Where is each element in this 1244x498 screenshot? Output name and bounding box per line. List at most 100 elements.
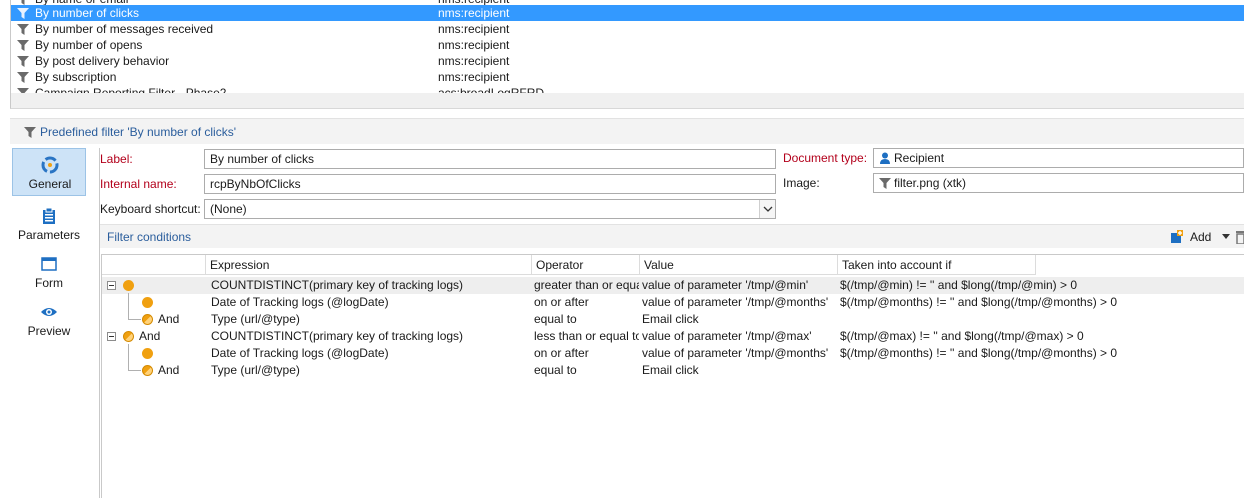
expression-cell: Date of Tracking logs (@logDate) bbox=[211, 295, 389, 309]
list-item-schema: nms:recipient bbox=[438, 6, 510, 20]
condition-row[interactable]: Date of Tracking logs (@logDate) on or af… bbox=[102, 294, 1244, 311]
operator-column-header[interactable]: Operator bbox=[532, 255, 640, 275]
shortcut-caption: Keyboard shortcut: bbox=[100, 202, 201, 216]
shortcut-value: (None) bbox=[210, 202, 247, 216]
value-cell: Email click bbox=[642, 363, 699, 377]
filter-icon bbox=[17, 72, 29, 83]
filter-conditions-bar: Filter conditions Add bbox=[100, 224, 1244, 248]
value-cell: value of parameter '/tmp/@min' bbox=[642, 278, 809, 292]
taken-cell: $(/tmp/@min) != '' and $long(/tmp/@min) … bbox=[840, 278, 1078, 292]
collapse-toggle[interactable] bbox=[107, 332, 116, 341]
taken-cell: $(/tmp/@months) != '' and $long(/tmp/@mo… bbox=[840, 346, 1118, 360]
operator-cell: equal to bbox=[534, 312, 577, 326]
trash-icon[interactable] bbox=[1236, 230, 1244, 244]
list-item-schema: nms:recipient bbox=[438, 54, 510, 68]
image-caption: Image: bbox=[783, 176, 820, 190]
doctype-field[interactable]: Recipient bbox=[873, 148, 1244, 168]
condition-icon bbox=[142, 297, 153, 308]
list-item-schema: nms:recipient bbox=[438, 22, 510, 36]
condition-prefix: And bbox=[158, 312, 180, 326]
image-field[interactable]: filter.png (xtk) bbox=[873, 173, 1244, 193]
left-nav: General Parameters Form Preview bbox=[10, 148, 100, 498]
filter-icon bbox=[17, 40, 29, 51]
filter-icon bbox=[17, 8, 29, 19]
list-item-label: By subscription bbox=[35, 70, 117, 84]
list-item[interactable]: By post delivery behavior nms:recipient bbox=[11, 53, 1244, 69]
internal-name-caption: Internal name: bbox=[100, 177, 177, 191]
chevron-down-icon[interactable] bbox=[1222, 234, 1230, 240]
list-item-label: By number of clicks bbox=[35, 6, 140, 20]
list-item[interactable]: By number of opens nms:recipient bbox=[11, 37, 1244, 53]
operator-and-icon bbox=[142, 314, 153, 325]
taken-cell: $(/tmp/@months) != '' and $long(/tmp/@mo… bbox=[840, 295, 1118, 309]
list-item-label: Campaign Reporting Filter - Phase2 bbox=[35, 86, 227, 93]
eye-icon bbox=[41, 308, 57, 316]
expression-column-header[interactable]: Expression bbox=[206, 255, 532, 275]
value-column-header[interactable]: Value bbox=[640, 255, 838, 275]
filter-icon bbox=[17, 24, 29, 35]
label-value: By number of clicks bbox=[210, 152, 315, 166]
filter-header: Predefined filter 'By number of clicks' bbox=[10, 118, 1244, 144]
label-caption: Label: bbox=[100, 152, 133, 166]
filter-editor-window: By name or emailnms:recipientBy number o… bbox=[0, 0, 1244, 498]
internal-name-field[interactable]: rcpByNbOfClicks bbox=[204, 174, 776, 194]
condition-icon bbox=[123, 280, 134, 291]
doctype-value: Recipient bbox=[894, 151, 945, 165]
filter-list[interactable]: By name or emailnms:recipientBy number o… bbox=[10, 0, 1244, 93]
taken-column-header[interactable]: Taken into account if bbox=[838, 255, 1036, 275]
filter-title: Predefined filter 'By number of clicks' bbox=[40, 125, 236, 139]
nav-parameters[interactable]: Parameters bbox=[12, 200, 86, 248]
tree-connector bbox=[128, 293, 129, 320]
nav-parameters-label: Parameters bbox=[17, 228, 81, 242]
list-item[interactable]: By subscription nms:recipient bbox=[11, 69, 1244, 85]
condition-row[interactable]: And Type (url/@type) equal to Email click bbox=[102, 311, 1244, 328]
expression-cell: Date of Tracking logs (@logDate) bbox=[211, 346, 389, 360]
list-item[interactable]: By number of clicks nms:recipient bbox=[11, 5, 1244, 21]
form-icon bbox=[41, 257, 57, 271]
list-footer bbox=[10, 93, 1244, 109]
list-item[interactable]: Campaign Reporting Filter - Phase2 acs:br… bbox=[11, 85, 1244, 93]
filter-icon bbox=[17, 56, 29, 67]
filter-conditions-title: Filter conditions bbox=[107, 230, 192, 244]
operator-cell: greater than or equal to bbox=[534, 278, 639, 292]
expression-cell: COUNTDISTINCT(primary key of tracking lo… bbox=[211, 278, 464, 292]
operator-cell: on or after bbox=[534, 346, 589, 360]
condition-row[interactable]: Date of Tracking logs (@logDate) on or af… bbox=[102, 345, 1244, 362]
taken-cell: $(/tmp/@max) != '' and $long(/tmp/@max) … bbox=[840, 329, 1084, 343]
list-item-schema: nms:recipient bbox=[438, 38, 510, 52]
nav-form-label: Form bbox=[35, 276, 63, 290]
tree-connector bbox=[128, 319, 141, 320]
condition-icon bbox=[142, 348, 153, 359]
tree-column-header bbox=[102, 255, 206, 275]
condition-prefix: And bbox=[139, 329, 161, 343]
nav-form[interactable]: Form bbox=[12, 248, 86, 296]
conditions-grid: Expression Operator Value Taken into acc… bbox=[101, 254, 1244, 498]
nav-general[interactable]: General bbox=[12, 148, 86, 196]
nav-preview-label: Preview bbox=[27, 324, 71, 338]
add-icon bbox=[1171, 230, 1183, 243]
collapse-toggle[interactable] bbox=[107, 281, 116, 290]
tree-connector bbox=[128, 370, 141, 371]
shortcut-select[interactable]: (None) bbox=[204, 199, 776, 219]
operator-and-icon bbox=[142, 365, 153, 376]
condition-row[interactable]: And COUNTDISTINCT(primary key of tracking… bbox=[102, 328, 1244, 345]
condition-row[interactable]: And Type (url/@type) equal to Email click bbox=[102, 362, 1244, 379]
general-icon bbox=[41, 156, 59, 174]
condition-row[interactable]: COUNTDISTINCT(primary key of tracking lo… bbox=[102, 277, 1244, 294]
expression-cell: Type (url/@type) bbox=[211, 363, 300, 377]
list-item-schema: acs:broadLogRFRD bbox=[438, 86, 545, 93]
list-item[interactable]: By number of messages received nms:recipi… bbox=[11, 21, 1244, 37]
value-cell: value of parameter '/tmp/@max' bbox=[642, 329, 812, 343]
nav-general-label: General bbox=[28, 177, 72, 191]
internal-name-value: rcpByNbOfClicks bbox=[210, 177, 301, 191]
nav-preview[interactable]: Preview bbox=[12, 296, 86, 344]
image-value: filter.png (xtk) bbox=[894, 176, 967, 190]
operator-cell: less than or equal to bbox=[534, 329, 639, 343]
chevron-down-icon[interactable] bbox=[759, 200, 775, 218]
clipboard-icon bbox=[43, 207, 55, 224]
list-item-schema: nms:recipient bbox=[438, 70, 510, 84]
operator-cell: on or after bbox=[534, 295, 589, 309]
label-field[interactable]: By number of clicks bbox=[204, 149, 776, 169]
value-cell: Email click bbox=[642, 312, 699, 326]
condition-prefix: And bbox=[158, 363, 180, 377]
